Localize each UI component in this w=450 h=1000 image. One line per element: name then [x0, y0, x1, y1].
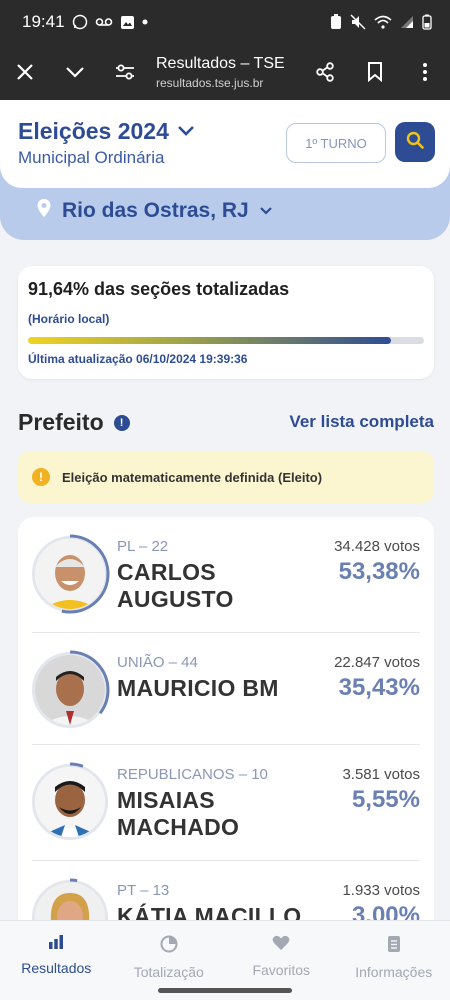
chevron-down-icon — [259, 202, 273, 220]
image-icon — [120, 15, 135, 30]
bookmark-icon[interactable] — [350, 44, 400, 100]
info-icon[interactable]: ! — [113, 414, 130, 431]
search-icon — [405, 130, 425, 155]
chevron-down-icon[interactable] — [50, 44, 100, 100]
candidate-votes: 3.581 votos — [342, 766, 420, 783]
election-status-alert: ! Eleição matematicamente definida (Elei… — [18, 451, 434, 503]
app-header: Eleições 2024 Municipal Ordinária 1º TUR… — [0, 100, 450, 188]
election-title: Eleições 2024 — [18, 118, 169, 144]
bar-chart-icon — [48, 935, 64, 954]
totalization-progress-bar — [28, 337, 424, 344]
last-update-text: Última atualização 06/10/2024 19:39:36 — [28, 352, 248, 366]
signal-icon — [400, 15, 414, 29]
browser-url: resultados.tse.jus.br — [156, 75, 264, 90]
pie-chart-icon — [160, 935, 178, 958]
candidate-percent: 35,43% — [338, 674, 420, 701]
battery-icon — [422, 14, 432, 30]
candidate-name: MISAIAS MACHADO — [117, 787, 240, 840]
section-title: Prefeito ! — [18, 409, 130, 436]
totalization-card: 91,64% das seções totalizadas (Horário l… — [18, 266, 434, 379]
page-title-block[interactable]: Resultados – TSE resultados.tse.jus.br — [150, 55, 300, 90]
candidate-votes: 34.428 votos — [334, 538, 420, 555]
candidate-votes: 22.847 votos — [334, 654, 420, 671]
candidate-percent: 5,55% — [351, 786, 420, 813]
candidate-party: PT – 13 — [117, 882, 170, 899]
alert-text: Eleição matematicamente definida (Eleito… — [62, 469, 323, 485]
location-pin-icon — [36, 198, 52, 223]
election-selector[interactable]: Eleições 2024 — [18, 118, 195, 145]
totalization-title: 91,64% das seções totalizadas — [28, 279, 290, 299]
candidate-percent: 53,38% — [338, 558, 420, 585]
candidates-card: PL – 22 CARLOS AUGUSTO 34.428 votos 53,3… — [18, 517, 434, 937]
nav-label: Favoritos — [252, 962, 311, 978]
candidate-votes: 1.933 votos — [342, 882, 420, 899]
status-time: 19:41 — [22, 12, 65, 31]
location-city: Rio das Ostras, RJ — [62, 198, 249, 222]
battery-saver-icon — [330, 14, 342, 30]
heart-icon — [272, 935, 290, 956]
nav-label: Informações — [355, 964, 433, 980]
status-bar: 19:41 — [0, 0, 450, 44]
candidate-row[interactable]: PL – 22 CARLOS AUGUSTO 34.428 votos 53,3… — [18, 517, 434, 633]
vote-share-arc — [30, 534, 110, 614]
nav-informacoes[interactable]: Informações — [338, 921, 450, 1000]
whatsapp-icon — [72, 14, 88, 30]
totalization-progress-fill — [28, 337, 391, 344]
nav-resultados[interactable]: Resultados — [0, 921, 113, 1000]
local-time-label: (Horário local) — [28, 312, 110, 326]
nav-label: Totalização — [133, 964, 204, 980]
vote-share-arc — [30, 650, 110, 730]
more-options-icon[interactable] — [400, 44, 450, 100]
vote-share-ring — [30, 534, 110, 614]
election-subtitle: Municipal Ordinária — [18, 148, 165, 167]
candidate-name: CARLOS AUGUSTO — [117, 559, 234, 612]
location-selector[interactable]: Rio das Ostras, RJ — [36, 198, 273, 223]
see-full-list-link[interactable]: Ver lista completa — [289, 412, 434, 432]
browser-page-title: Resultados – TSE — [156, 54, 285, 72]
browser-toolbar: Resultados – TSE resultados.tse.jus.br — [0, 44, 450, 100]
search-button[interactable] — [395, 122, 435, 162]
nav-label: Resultados — [21, 960, 92, 976]
section-title-text: Prefeito — [18, 409, 104, 435]
warning-icon: ! — [32, 468, 50, 486]
vote-share-arc — [30, 762, 110, 842]
chevron-down-icon — [177, 123, 195, 141]
candidate-party: REPUBLICANOS – 10 — [117, 766, 268, 783]
home-indicator — [158, 988, 292, 993]
wifi-icon — [374, 15, 392, 29]
turno-button[interactable]: 1º TURNO — [286, 123, 386, 163]
voicemail-icon — [95, 16, 113, 28]
vote-share-ring — [30, 762, 110, 842]
site-settings-icon[interactable] — [100, 44, 150, 100]
close-icon[interactable] — [0, 44, 50, 100]
candidate-party: PL – 22 — [117, 538, 169, 555]
vote-share-ring — [30, 650, 110, 730]
candidate-name: MAURICIO BM — [117, 675, 279, 701]
notification-dot-icon — [142, 19, 148, 25]
share-icon[interactable] — [300, 44, 350, 100]
document-icon — [387, 935, 401, 958]
mute-icon — [350, 14, 366, 30]
candidate-row[interactable]: REPUBLICANOS – 10 MISAIAS MACHADO 3.581 … — [18, 745, 434, 861]
candidate-row[interactable]: UNIÃO – 44 MAURICIO BM 22.847 votos 35,4… — [18, 633, 434, 745]
candidate-party: UNIÃO – 44 — [117, 654, 198, 671]
